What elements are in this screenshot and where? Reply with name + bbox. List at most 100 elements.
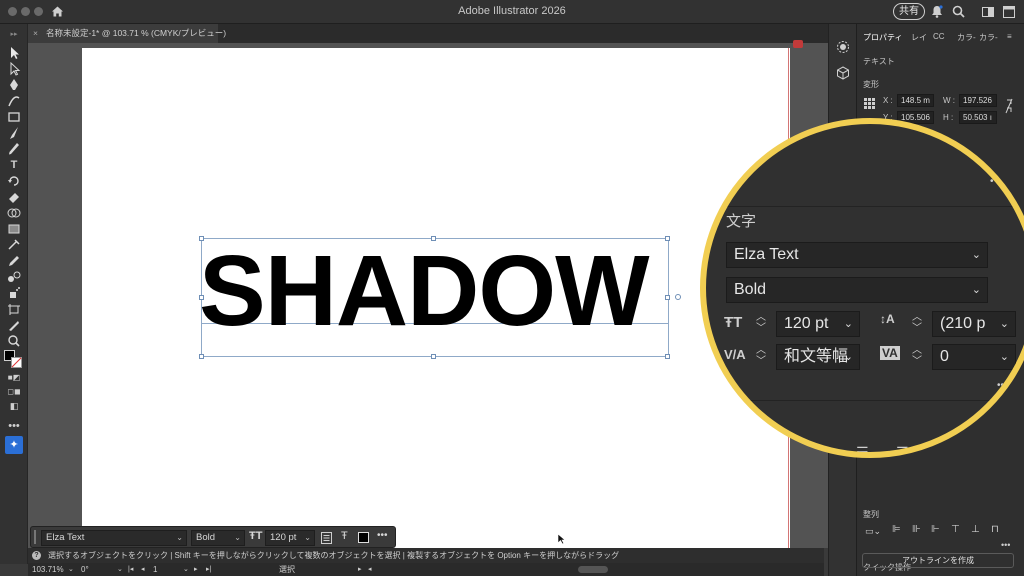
status-mode-arrow-icon[interactable]: ▸ xyxy=(358,563,362,576)
selection-tool-icon[interactable] xyxy=(6,46,22,60)
align-right-icon[interactable]: ⊩ xyxy=(931,524,940,535)
tab-cc-libraries[interactable]: CC xyxy=(933,32,945,41)
shadow-text-object[interactable]: SHADOW xyxy=(199,239,650,343)
chevron-down-icon[interactable]: ⌄ xyxy=(117,563,123,576)
task-bar-grip[interactable] xyxy=(34,530,36,544)
x-field[interactable]: 148.5 m xyxy=(897,94,934,107)
eraser-tool-icon[interactable] xyxy=(6,190,22,204)
taskbar-size-field[interactable]: 120 pt ⌄ xyxy=(265,530,315,546)
align-left-icon[interactable]: ⊫ xyxy=(892,524,901,535)
kerning-stepper-icon[interactable]: ︿ ﹀ xyxy=(756,345,766,367)
share-button[interactable]: 共有 xyxy=(893,3,925,20)
scroll-left-icon[interactable]: ◂ xyxy=(368,563,372,576)
last-artboard-icon[interactable]: ▸| xyxy=(206,563,211,576)
selection-handle[interactable] xyxy=(199,354,204,359)
fill-color-swatch[interactable] xyxy=(358,532,369,543)
magnified-more-options-icon[interactable]: •• xyxy=(997,380,1004,391)
zoom-tool-icon[interactable] xyxy=(6,334,22,348)
rotation-value[interactable]: 0° xyxy=(81,563,89,576)
pencil-tool-icon[interactable] xyxy=(6,142,22,156)
leading-stepper-icon[interactable]: ︿ ﹀ xyxy=(912,312,922,334)
arrange-documents-icon[interactable] xyxy=(1003,6,1015,18)
magnified-size-field[interactable]: 120 pt ⌄ xyxy=(776,311,860,337)
constrain-proportions-icon[interactable] xyxy=(1005,98,1013,114)
tab-color[interactable]: カラ- xyxy=(957,32,976,43)
zoom-level[interactable]: 103.71% xyxy=(32,563,64,576)
generative-tool-icon[interactable]: ✦ xyxy=(5,436,23,454)
chevron-down-icon[interactable]: ⌄ xyxy=(183,563,189,576)
more-tools-icon[interactable]: ••• xyxy=(6,419,22,433)
artboard-tool-icon[interactable] xyxy=(6,302,22,316)
rotate-tool-icon[interactable] xyxy=(6,174,22,188)
size-stepper-icon[interactable]: ︿ ﹀ xyxy=(756,312,766,334)
draw-mode-icon[interactable]: ◧ xyxy=(6,399,22,413)
next-artboard-icon[interactable]: ▸ xyxy=(194,563,198,576)
workspace-switcher-icon[interactable] xyxy=(982,7,994,17)
magnified-kerning-dropdown[interactable]: 和文等幅 ⌄ xyxy=(776,344,860,370)
direct-selection-tool-icon[interactable] xyxy=(6,62,22,76)
type-options-icon[interactable]: Ŧ xyxy=(341,530,348,542)
justify-text-icon[interactable]: ☰ xyxy=(856,444,869,452)
eyedropper-tool-icon[interactable] xyxy=(6,254,22,268)
horizontal-scrollbar-thumb[interactable] xyxy=(578,566,608,573)
color-mode-icon[interactable]: ◻◼ xyxy=(6,385,22,399)
tab-color-guide[interactable]: カラ- xyxy=(979,32,998,43)
previous-artboard-icon[interactable]: ◂ xyxy=(141,563,145,576)
tracking-stepper-icon[interactable]: ︿ ﹀ xyxy=(912,345,922,367)
align-more-icon[interactable]: ••• xyxy=(1001,540,1010,550)
width-field[interactable]: 197.526 xyxy=(959,94,997,107)
more-options-icon[interactable]: ••• xyxy=(377,530,388,541)
magnified-font-dropdown[interactable]: Elza Text ⌄ xyxy=(726,242,988,268)
mesh-tool-icon[interactable] xyxy=(6,238,22,252)
reference-point-icon[interactable] xyxy=(864,98,875,109)
magnified-more-icon[interactable]: • xyxy=(990,176,994,187)
default-colors-icon[interactable]: ■◩ xyxy=(6,371,22,385)
paintbrush-tool-icon[interactable] xyxy=(6,126,22,140)
artboard-number[interactable]: 1 xyxy=(153,563,157,576)
blend-tool-icon[interactable] xyxy=(6,270,22,284)
properties-panel-icon[interactable] xyxy=(836,40,850,54)
align-bottom-icon[interactable]: ⊓ xyxy=(991,524,999,535)
pen-tool-icon[interactable] xyxy=(6,78,22,92)
rectangle-tool-icon[interactable] xyxy=(6,110,22,124)
align-top-icon[interactable]: ⊤ xyxy=(951,524,960,535)
3d-materials-icon[interactable] xyxy=(836,66,850,80)
taskbar-style-dropdown[interactable]: Bold ⌄ xyxy=(191,530,245,546)
selection-handle[interactable] xyxy=(665,354,670,359)
selection-handle[interactable] xyxy=(199,236,204,241)
height-field[interactable]: 50.503 ı xyxy=(959,111,997,124)
magnified-style-dropdown[interactable]: Bold ⌄ xyxy=(726,277,988,303)
curvature-tool-icon[interactable] xyxy=(6,94,22,108)
selection-handle[interactable] xyxy=(431,354,436,359)
panel-menu-icon[interactable]: ≡ xyxy=(1007,32,1012,41)
status-mode[interactable]: 選択 xyxy=(279,563,295,576)
selection-handle[interactable] xyxy=(431,236,436,241)
shape-builder-tool-icon[interactable] xyxy=(6,206,22,220)
align-to-dropdown[interactable]: ▭⌄ xyxy=(865,526,881,537)
chevron-down-icon[interactable]: ⌄ xyxy=(68,563,74,576)
tab-properties[interactable]: プロパティ xyxy=(863,32,903,43)
type-tool-icon[interactable]: T xyxy=(6,158,22,172)
close-tab-icon[interactable]: × xyxy=(33,24,38,43)
magnified-leading-field[interactable]: (210 p ⌄ xyxy=(932,311,1016,337)
paragraph-options-icon[interactable] xyxy=(321,532,332,544)
help-icon[interactable]: ? xyxy=(32,551,41,560)
gradient-tool-icon[interactable] xyxy=(6,222,22,236)
stroke-swatch[interactable] xyxy=(11,357,22,368)
selection-handle[interactable] xyxy=(199,295,204,300)
document-tab[interactable]: × 名称未設定-1* @ 103.71 % (CMYK/プレビュー) xyxy=(28,24,226,43)
search-icon[interactable] xyxy=(952,5,965,18)
slice-tool-icon[interactable] xyxy=(6,318,22,332)
magnified-tracking-field[interactable]: 0 ⌄ xyxy=(932,344,1016,370)
symbol-sprayer-tool-icon[interactable] xyxy=(6,286,22,300)
text-port-handle[interactable] xyxy=(675,294,681,300)
tab-layers[interactable]: レイ xyxy=(911,32,927,43)
selection-handle[interactable] xyxy=(665,236,670,241)
selection-handle[interactable] xyxy=(665,295,670,300)
notification-bell-icon[interactable] xyxy=(931,5,943,18)
align-center-icon[interactable]: ⊪ xyxy=(912,524,921,535)
create-outlines-button[interactable]: アウトラインを作成 xyxy=(862,553,1014,568)
first-artboard-icon[interactable]: |◂ xyxy=(128,563,133,576)
taskbar-font-dropdown[interactable]: Elza Text ⌄ xyxy=(41,530,187,546)
align-middle-icon[interactable]: ⊥ xyxy=(971,524,980,535)
